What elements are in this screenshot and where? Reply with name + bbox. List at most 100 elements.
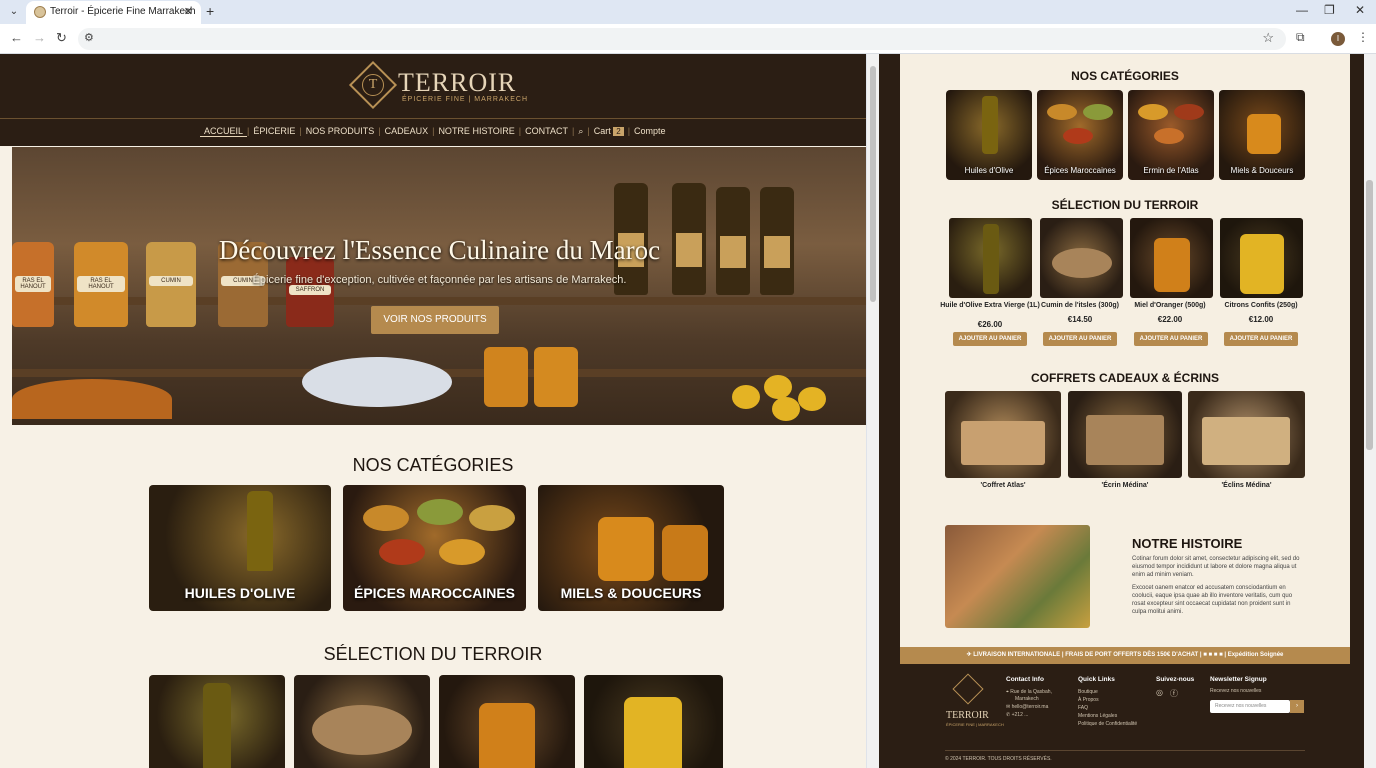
r-product-image[interactable] (1040, 218, 1123, 298)
r-product-price: €12.00 (1248, 315, 1274, 324)
r-selection-title: SÉLECTION DU TERROIR (1051, 198, 1199, 212)
r-category-card[interactable]: Huiles d'Olive (946, 90, 1032, 180)
r-category-card[interactable]: Épices Maroccaines (1037, 90, 1123, 180)
category-card-spices[interactable]: ÉPICES MAROCCAINES (343, 485, 526, 611)
story-paragraph: Cotinar forum dolor sit amet, consectetu… (1132, 556, 1300, 578)
nav-histoire[interactable]: NOTRE HISTOIRE (434, 126, 518, 137)
right-scroll-thumb[interactable] (1366, 180, 1373, 450)
newsletter-submit-button[interactable]: › (1290, 700, 1304, 713)
nav-produits[interactable]: NOS PRODUITS (302, 126, 379, 137)
footer-logo-sub: ÉPICERIE FINE | MARRAKECH (946, 722, 1004, 727)
category-label: HUILES D'OLIVE (184, 585, 296, 601)
product-card[interactable] (439, 675, 575, 768)
minimize-icon[interactable]: — (1296, 3, 1308, 17)
logo-letter-icon: T (362, 74, 384, 96)
contact-line: Marrakech (1015, 696, 1039, 702)
r-product-image[interactable] (1220, 218, 1303, 298)
search-icon[interactable]: ⌕ (574, 126, 587, 137)
hero-title: Découvrez l'Essence Culinaire du Maroc (218, 235, 661, 265)
location-icon: ⌖ Rue de la Qasbah, (1006, 689, 1052, 695)
r-product-price: €26.00 (977, 320, 1003, 329)
add-to-cart-button[interactable]: AJOUTER AU PANIER (1043, 332, 1117, 346)
view-products-button[interactable]: VOIR NOS PRODUITS (371, 306, 499, 334)
site-header: T TERROIR ÉPICERIE FINE | MARRAKECH ACCU… (0, 54, 866, 146)
footer-link[interactable]: Politique de Confidentialité (1078, 721, 1137, 727)
honey-jar (484, 347, 528, 407)
selection-title: SÉLECTION DU TERROIR (323, 644, 543, 664)
page-gutter (879, 54, 900, 768)
gift-box-card[interactable] (1188, 391, 1305, 478)
product-card[interactable] (294, 675, 430, 768)
r-categories-title: NOS CATÉGORIES (1071, 69, 1179, 83)
nav-cadeaux[interactable]: CADEAUX (381, 126, 433, 137)
tab-search-icon[interactable]: ⌄ (6, 4, 22, 20)
profile-avatar[interactable]: I (1331, 32, 1345, 46)
gift-name: 'Éclins Médina' (1221, 482, 1272, 489)
add-to-cart-button[interactable]: AJOUTER AU PANIER (1224, 332, 1298, 346)
account-link[interactable]: Compte (630, 126, 670, 137)
cart-link[interactable]: Cart 2 (590, 126, 628, 137)
bookmark-star-icon[interactable]: ☆ (1262, 30, 1274, 46)
hero-subtitle: Épicerie fine d'exception, cultivée et f… (252, 274, 627, 286)
gift-name: 'Écrin Médina' (1101, 482, 1149, 489)
nav-contact[interactable]: CONTACT (521, 126, 572, 137)
main-nav: ACCUEIL | ÉPICERIE | NOS PRODUITS | CADEAUX… (200, 126, 670, 137)
newsletter-input[interactable]: Recevez nos nouvelles (1210, 700, 1290, 713)
window-close-icon[interactable]: ✕ (1355, 3, 1365, 17)
reload-icon[interactable]: ↻ (56, 30, 67, 46)
promo-banner: ✈ LIVRAISON INTERNATIONALE | FRAIS DE PO… (900, 647, 1350, 664)
product-card[interactable] (149, 675, 285, 768)
nav-epicerie[interactable]: ÉPICERIE (249, 126, 299, 137)
footer-link[interactable]: FAQ (1078, 705, 1088, 711)
newsletter-heading: Newsletter Signup (1210, 676, 1267, 683)
r-product-image[interactable] (949, 218, 1032, 298)
page-gutter (1350, 54, 1364, 768)
category-card-honey[interactable]: MIELS & DOUCEURS (538, 485, 724, 611)
categories-title: NOS CATÉGORIES (352, 455, 514, 475)
honey-jar-image (598, 517, 654, 581)
tab-close-icon[interactable]: ✕ (184, 5, 193, 18)
follow-heading: Suivez-nous (1156, 676, 1195, 683)
favicon-icon (34, 6, 46, 18)
tab-title: Terroir - Épicerie Fine Marrakech (50, 6, 196, 17)
extensions-icon[interactable]: ⧉ (1296, 30, 1305, 45)
links-heading: Quick Links (1078, 676, 1115, 683)
instagram-icon[interactable]: ◎ (1156, 688, 1163, 697)
nav-accueil[interactable]: ACCUEIL (200, 126, 248, 137)
category-card-oils[interactable]: HUILES D'OLIVE (149, 485, 331, 611)
r-product-image[interactable] (1130, 218, 1213, 298)
honey-jar (534, 347, 578, 407)
site-logo[interactable]: TERROIR (398, 68, 516, 98)
footer-link[interactable]: Mentions Légales (1078, 713, 1117, 719)
add-to-cart-button[interactable]: AJOUTER AU PANIER (1134, 332, 1208, 346)
r-product-price: €14.50 (1067, 315, 1093, 324)
right-page: NOS CATÉGORIES Huiles d'Olive Épices Mar… (900, 54, 1350, 768)
footer-link[interactable]: Boutique (1078, 689, 1098, 695)
r-category-card[interactable]: Miels & Douceurs (1219, 90, 1305, 180)
forward-icon[interactable]: → (33, 30, 46, 45)
footer-logo-icon (952, 673, 984, 705)
browser-tab[interactable]: Terroir - Épicerie Fine Marrakech ✕ (26, 1, 201, 24)
restore-icon[interactable]: ❐ (1324, 3, 1335, 17)
r-product-name: Citrons Confits (250g) (1224, 302, 1298, 309)
back-icon[interactable]: ← (10, 30, 23, 45)
new-tab-button[interactable]: + (206, 3, 214, 19)
gift-box-card[interactable] (1068, 391, 1182, 478)
gift-box-card[interactable] (945, 391, 1061, 478)
r-product-name: Miel d'Oranger (500g) (1134, 302, 1206, 309)
left-scroll-thumb[interactable] (870, 66, 876, 302)
story-image (945, 525, 1090, 628)
footer-logo: TERROIR (946, 710, 989, 721)
site-info-icon[interactable]: ⚙ (84, 31, 94, 44)
url-field[interactable]: ⚙ ☆ (78, 28, 1286, 50)
product-card[interactable] (584, 675, 723, 768)
r-category-card[interactable]: Ermin de l'Atlas (1128, 90, 1214, 180)
facebook-icon[interactable]: ⓕ (1170, 688, 1178, 699)
footer-link[interactable]: À Propos (1078, 697, 1099, 703)
add-to-cart-button[interactable]: AJOUTER AU PANIER (953, 332, 1027, 346)
email-icon: ✉ hello@terroir.ma (1006, 704, 1049, 710)
spice-pile (12, 379, 172, 419)
browser-tabbar: ⌄ Terroir - Épicerie Fine Marrakech ✕ + … (0, 0, 1376, 24)
browser-menu-icon[interactable]: ⋮ (1357, 30, 1369, 44)
r-product-price: €22.00 (1157, 315, 1183, 324)
